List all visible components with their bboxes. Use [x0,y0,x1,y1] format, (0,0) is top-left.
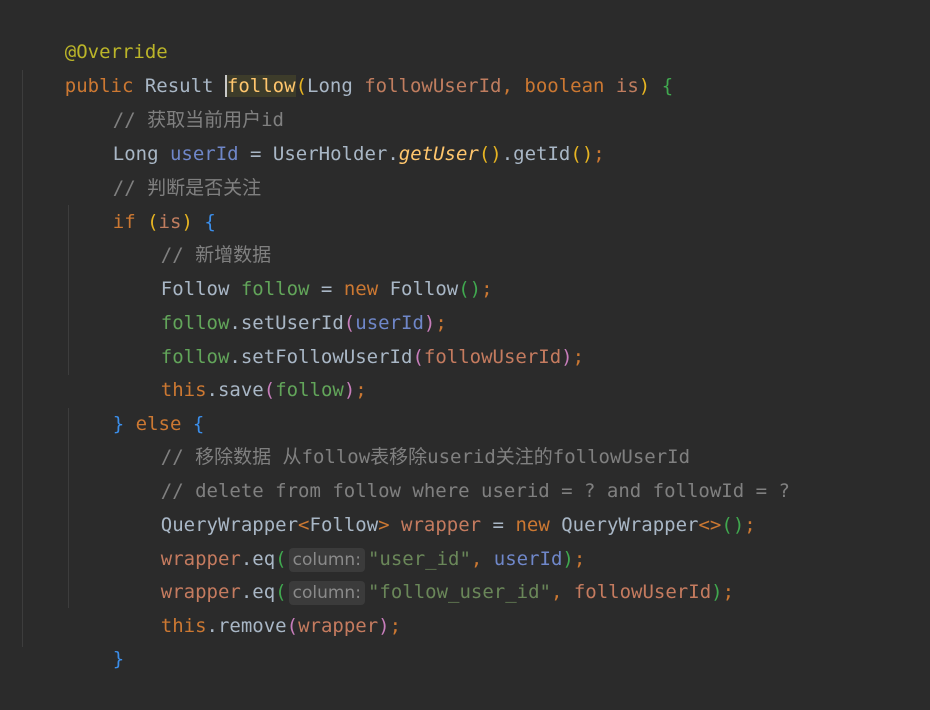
paren: () [478,143,502,165]
variable: wrapper [298,615,379,637]
static-method-call: getUser [398,143,479,165]
method-call: .getId [501,143,571,165]
type-name: Long [307,75,365,97]
paren: ) [378,615,390,637]
punctuation: , [550,581,574,603]
code-line-18[interactable]: this.remove(wrapper); [115,575,401,637]
keyword: boolean [524,75,616,97]
semicolon: ; [389,615,402,637]
method-call: .save [206,379,264,401]
code-editor[interactable]: @Override public Result follow(Long foll… [0,0,930,670]
code-line-9[interactable]: follow.setUserId(userId); [115,272,447,334]
parameter: followUserId [423,346,562,368]
semicolon: ; [572,346,585,368]
code-line-2[interactable]: public Result follow(Long followUserId, … [19,35,673,97]
code-line-5[interactable]: // 判断是否关注 [67,137,261,199]
paren: ( [286,615,299,637]
code-line-7[interactable]: // 新增数据 [115,204,271,266]
paren: ( [263,379,276,401]
paren: ) [561,346,573,368]
punctuation: , [501,75,525,97]
code-line-10[interactable]: follow.setFollowUserId(followUserId); [115,306,584,368]
code-line-8[interactable]: Follow follow = new Follow(); [115,238,493,300]
code-line-15[interactable]: QueryWrapper<Follow> wrapper = new Query… [115,474,756,536]
paren: ( [295,75,308,97]
parameter: followUserId [573,581,712,603]
code-line-12[interactable]: } else { [67,373,205,435]
brace: { [650,75,674,97]
code-line-16[interactable]: wrapper.eq(column: "user_id", userId); [115,508,585,572]
keyword: this [160,615,207,637]
paren: ( [412,346,424,368]
method-call: .remove [206,615,287,637]
paren: ) [711,581,723,603]
paren: () [721,514,745,536]
paren: () [458,278,482,300]
expression: = UserHolder. [238,143,399,165]
paren: ) [638,75,651,97]
code-line-1[interactable]: @Override [19,1,168,63]
parameter: is [615,75,639,97]
brace: } [112,648,125,670]
code-line-19[interactable]: } [67,608,124,670]
semicolon: ; [744,514,756,536]
paren: () [570,143,594,165]
indent-guide [22,70,23,647]
code-line-6[interactable]: if (is) { [67,171,216,233]
angle-bracket: <> [698,514,722,536]
parameter: followUserId [364,75,502,97]
code-line-3[interactable]: // 获取当前用户id [67,69,284,131]
semicolon: ; [481,278,493,300]
code-line-13[interactable]: // 移除数据 从follow表移除userid关注的followUserId [115,406,690,468]
code-line-17[interactable]: wrapper.eq(column: "follow_user_id", foll… [115,541,734,605]
paren: ) [343,379,356,401]
semicolon: ; [355,379,367,401]
code-line-11[interactable]: this.save(follow); [115,339,367,401]
semicolon: ; [722,581,735,603]
code-line-4[interactable]: Long userId = UserHolder.getUser().getId… [67,103,605,165]
code-line-14[interactable]: // delete from follow where userid = ? a… [115,440,790,502]
variable: follow [275,379,344,401]
semicolon: ; [593,143,605,165]
